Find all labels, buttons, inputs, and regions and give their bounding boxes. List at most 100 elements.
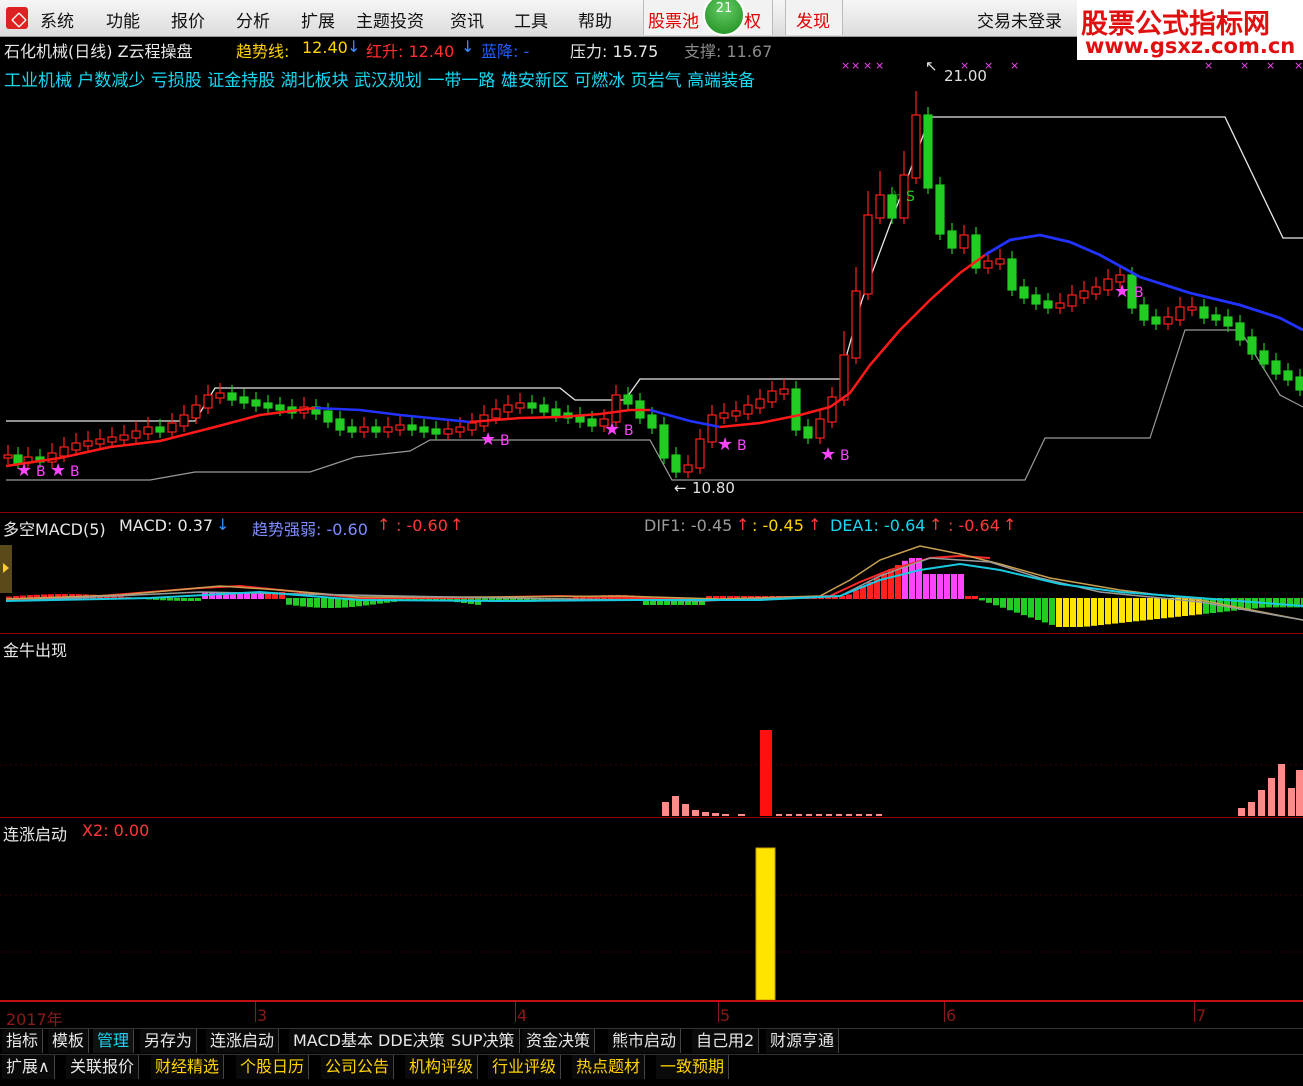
candle-body (167, 422, 177, 433)
macd-bar (1056, 598, 1062, 627)
macd-bar (1042, 598, 1048, 623)
tab-announcements[interactable]: 公司公告 (321, 1055, 395, 1079)
buy-star-icon: ★ (1114, 281, 1130, 302)
tab-fund-decision[interactable]: 资金决策 (522, 1029, 596, 1053)
tab-manage[interactable]: 管理 (93, 1029, 135, 1053)
candle-body (695, 438, 705, 469)
macd-bar (1133, 598, 1139, 622)
tab-extend-toggle[interactable]: 扩展∧ (2, 1055, 55, 1079)
golden-bull-bar (738, 814, 745, 816)
macd-bar (1098, 598, 1104, 626)
golden-bull-bar (816, 814, 822, 816)
tab-template[interactable]: 模板 (48, 1029, 90, 1053)
candle-body (959, 234, 969, 249)
candle-body (95, 438, 105, 445)
macd-bar (930, 574, 936, 599)
macd-bar (167, 598, 173, 601)
golden-bull-chart[interactable] (0, 660, 1303, 816)
tab-hot-topics[interactable]: 热点题材 (572, 1055, 646, 1079)
discover-button[interactable]: 发现 (785, 0, 843, 35)
tab-sup-decision[interactable]: SUP决策 (447, 1029, 520, 1053)
menu-function[interactable]: 功能 (106, 7, 140, 32)
panel-divider (0, 512, 1303, 513)
buy-markers: ★ B ★ B★ B★ B★ B ★ B★ B (16, 281, 1144, 481)
candle-body (1295, 376, 1303, 391)
tab-wealth[interactable]: 财源亨通 (766, 1029, 840, 1053)
candle-body (659, 424, 669, 459)
tab-dde-decision[interactable]: DDE决策 (374, 1029, 450, 1053)
menu-help[interactable]: 帮助 (578, 7, 612, 32)
tab-bear-start[interactable]: 熊市启动 (608, 1029, 682, 1053)
candle-body (1283, 370, 1293, 381)
tab-save-as[interactable]: 另存为 (140, 1029, 198, 1053)
candle-body (1055, 302, 1065, 309)
macd-bar (1014, 598, 1020, 613)
extension-tab-bar: 扩展∧ 关联报价 财经精选 个股日历 公司公告 机构评级 行业评级 热点题材 一… (0, 1054, 1303, 1080)
tab-indicator[interactable]: 指标 (2, 1029, 44, 1053)
arrow-up-icon: ↑ (1003, 515, 1017, 534)
macd-chart[interactable] (0, 540, 1303, 632)
tab-consensus[interactable]: 一致预期 (656, 1055, 730, 1079)
tab-stock-calendar[interactable]: 个股日历 (236, 1055, 310, 1079)
candle-body (1139, 304, 1149, 321)
candle-body (1199, 306, 1209, 319)
macd-bar (1112, 598, 1118, 624)
menu-system[interactable]: 系统 (40, 7, 74, 32)
candle-body (371, 426, 381, 433)
arrow-left-icon: ← (674, 479, 687, 497)
golden-bull-bar (856, 814, 862, 816)
tab-finance-picks[interactable]: 财经精选 (151, 1055, 225, 1079)
menu-tools[interactable]: 工具 (514, 7, 548, 32)
buy-marker-label: B (840, 448, 850, 464)
candle-body (335, 418, 345, 431)
macd-bar (965, 596, 971, 599)
buy-marker-label: B (70, 464, 80, 480)
tab-rally-start[interactable]: 连涨启动 (206, 1029, 280, 1053)
golden-bull-bar (786, 814, 792, 816)
tab-self-use-2[interactable]: 自己用2 (692, 1029, 760, 1053)
macd-bar (1000, 598, 1006, 608)
menu-extend[interactable]: 扩展 (301, 7, 335, 32)
candle-body (707, 414, 717, 443)
candle-body (1031, 294, 1041, 305)
tab-institution-rating[interactable]: 机构评级 (405, 1055, 479, 1079)
macd-bar (1273, 598, 1279, 608)
candle-body (1043, 300, 1053, 309)
login-status[interactable]: 交易未登录 (977, 7, 1062, 32)
macd-bar (188, 598, 194, 601)
menu-quote[interactable]: 报价 (171, 7, 205, 32)
buy-marker-label: B (500, 433, 510, 449)
time-axis-label: 3 (257, 1006, 268, 1025)
buy-star-icon: ★ (820, 444, 836, 465)
candle-body (1187, 306, 1197, 311)
candle-body (791, 388, 801, 431)
signal-markers: × × × × × × × × × × × (841, 59, 1303, 72)
app-logo-icon[interactable] (6, 7, 28, 29)
trend-strength-value-2: : -0.60 (396, 516, 448, 535)
menu-analysis[interactable]: 分析 (236, 7, 270, 32)
tab-macd-basic[interactable]: MACD基本 (289, 1029, 378, 1053)
macd-bar (321, 598, 327, 608)
menu-theme-invest[interactable]: 主题投资 (356, 7, 424, 32)
high-price-label: 21.00 (944, 67, 987, 85)
tab-industry-rating[interactable]: 行业评级 (488, 1055, 562, 1079)
candle-body (359, 426, 369, 433)
candle-body (491, 408, 501, 419)
candle-body (383, 426, 393, 433)
rally-chart[interactable] (0, 840, 1303, 1000)
indicator-tab-bar: 指标 模板 管理 另存为 连涨启动 MACD基本 DDE决策 SUP决策 资金决… (0, 1028, 1303, 1054)
buy-marker-label: B (624, 423, 634, 439)
candlestick-chart[interactable]: × × × × × × × × × × × ★ B ★ B★ B★ B★ B ★ B★ B 21.00 ↖ ← 10.… (0, 55, 1303, 510)
buy-marker-label: B (36, 464, 46, 480)
candle-body (863, 214, 873, 295)
menu-info[interactable]: 资讯 (450, 7, 484, 32)
macd-bar (181, 598, 187, 601)
macd-bar (958, 574, 964, 599)
x2-value: X2: 0.00 (82, 821, 150, 840)
sell-star-icon: ☆ (888, 187, 901, 205)
arrow-left-icon: ↖ (925, 57, 938, 75)
tab-related-quote[interactable]: 关联报价 (66, 1055, 140, 1079)
candle-body (515, 402, 525, 409)
golden-bull-bar (760, 730, 772, 816)
golden-bull-bar (1238, 808, 1245, 816)
